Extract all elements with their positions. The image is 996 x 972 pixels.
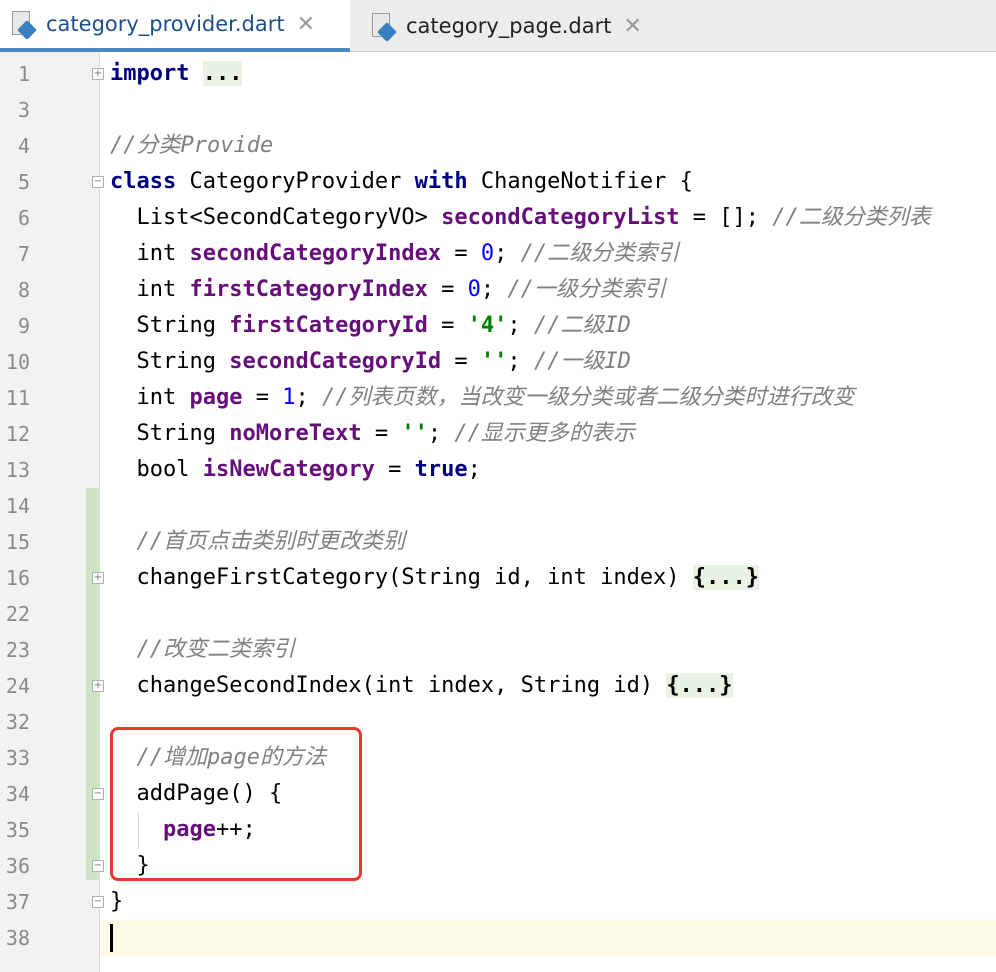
code-line-10[interactable]: String secondCategoryId = ''; //一级ID <box>110 344 631 380</box>
line-number: 22 <box>5 602 30 626</box>
dart-file-icon <box>10 9 37 40</box>
line-number: 10 <box>5 350 30 374</box>
folded-method-body[interactable]: {...} <box>692 565 760 590</box>
line-number: 12 <box>5 422 30 446</box>
code-line-9[interactable]: String firstCategoryId = '4'; //二级ID <box>110 308 631 344</box>
line-number: 16 <box>5 566 30 590</box>
code-line-37[interactable]: } <box>110 884 123 920</box>
line-number: 24 <box>5 674 30 698</box>
close-icon[interactable]: ✕ <box>624 14 642 39</box>
line-number: 33 <box>5 746 30 770</box>
fold-end-icon[interactable]: − <box>92 896 104 908</box>
expand-fold-icon[interactable]: + <box>92 572 104 584</box>
line-number: 13 <box>5 458 30 482</box>
code-line-11[interactable]: int page = 1; //列表页数，当改变一级分类或者二级分类时进行改变 <box>110 380 855 416</box>
code-line-15[interactable]: //首页点击类别时更改类别 <box>110 524 406 560</box>
current-line-highlight <box>101 920 996 956</box>
code-line-6[interactable]: List<SecondCategoryVO> secondCategoryLis… <box>110 200 931 236</box>
expand-fold-icon[interactable]: + <box>92 68 104 80</box>
tab-label: category_provider.dart <box>46 12 285 36</box>
code-line-23[interactable]: //改变二类索引 <box>110 632 296 668</box>
line-number: 5 <box>17 170 30 194</box>
tab-category-provider[interactable]: category_provider.dart ✕ <box>0 0 350 52</box>
line-number: 35 <box>5 818 30 842</box>
line-number: 7 <box>17 242 30 266</box>
code-line-5[interactable]: class CategoryProvider with ChangeNotifi… <box>110 164 693 200</box>
editor-tab-bar: category_provider.dart ✕ category_page.d… <box>0 0 996 52</box>
fold-end-icon[interactable]: − <box>92 860 104 872</box>
code-line-13[interactable]: bool isNewCategory = true; <box>110 452 481 488</box>
line-number: 8 <box>17 278 30 302</box>
close-icon[interactable]: ✕ <box>297 12 315 37</box>
line-number: 36 <box>5 854 30 878</box>
code-line-7[interactable]: int secondCategoryIndex = 0; //二级分类索引 <box>110 236 680 272</box>
line-number: 6 <box>17 206 30 230</box>
line-number: 14 <box>5 494 30 518</box>
folded-method-body[interactable]: {...} <box>666 673 733 698</box>
line-number: 15 <box>5 530 30 554</box>
line-number: 1 <box>17 62 30 86</box>
code-line-12[interactable]: String noMoreText = ''; //显示更多的表示 <box>110 416 635 452</box>
line-number: 38 <box>5 926 30 950</box>
tab-label: category_page.dart <box>406 14 612 38</box>
code-line-8[interactable]: int firstCategoryIndex = 0; //一级分类索引 <box>110 272 666 308</box>
code-line-24[interactable]: changeSecondIndex(int index, String id) … <box>110 668 733 704</box>
line-number: 4 <box>17 134 30 158</box>
code-line-4[interactable]: //分类Provide <box>110 128 273 164</box>
dart-file-icon <box>370 11 397 42</box>
folded-imports[interactable]: ... <box>202 61 243 86</box>
tab-category-page[interactable]: category_page.dart ✕ <box>360 0 680 52</box>
line-number: 23 <box>5 638 30 662</box>
line-number: 37 <box>5 890 30 914</box>
expand-fold-icon[interactable]: + <box>92 680 104 692</box>
code-line-16[interactable]: changeFirstCategory(String id, int index… <box>110 560 760 596</box>
annotation-highlight-box <box>110 727 362 881</box>
code-line-1[interactable]: import ... <box>110 56 243 92</box>
line-number: 32 <box>5 710 30 734</box>
line-number: 11 <box>5 386 30 410</box>
line-number: 9 <box>17 314 30 338</box>
line-number: 34 <box>5 782 30 806</box>
collapse-fold-icon[interactable]: − <box>92 176 104 188</box>
collapse-fold-icon[interactable]: − <box>92 788 104 800</box>
text-caret <box>110 924 113 952</box>
line-number: 3 <box>17 98 30 122</box>
